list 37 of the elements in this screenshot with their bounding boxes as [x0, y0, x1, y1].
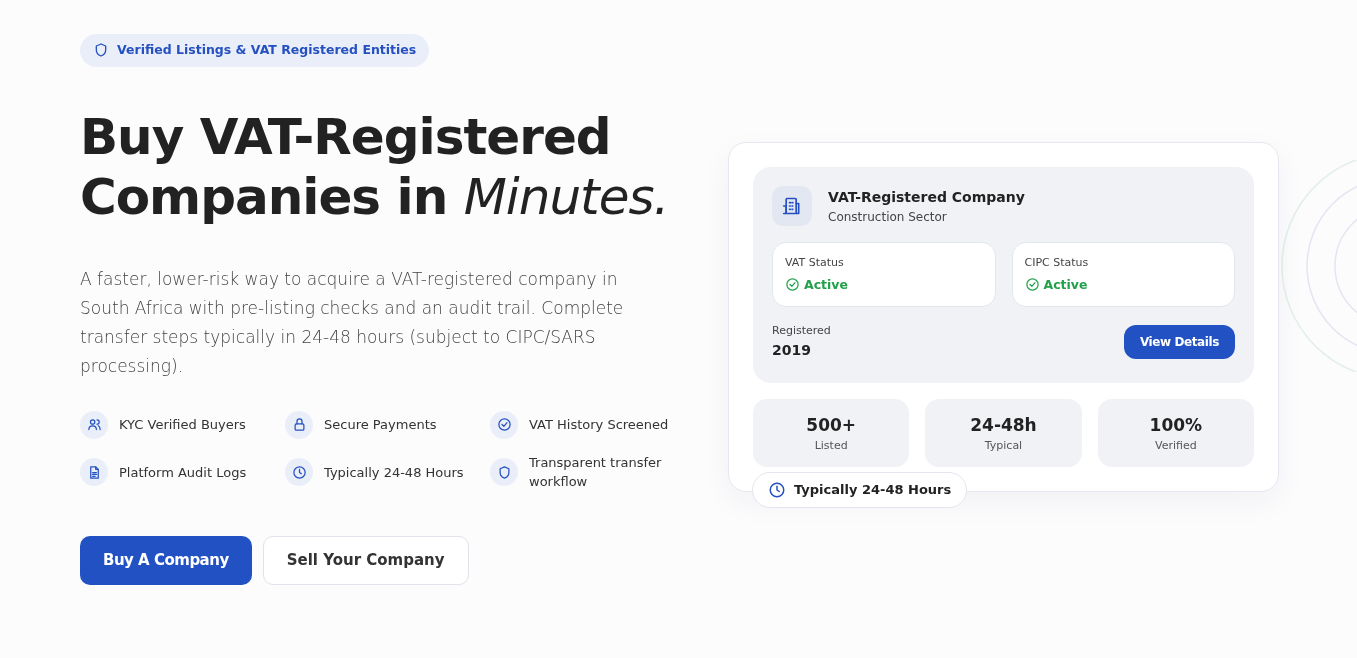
status-value: Active — [1043, 275, 1088, 294]
lock-icon — [291, 417, 307, 433]
company-title: VAT-Registered Company — [828, 187, 1025, 207]
company-sector: Construction Sector — [828, 208, 948, 226]
status-label: VAT Status — [785, 255, 845, 271]
feature-label: Transparent transfer workflow — [529, 453, 663, 492]
status-value: Active — [804, 275, 848, 294]
status-label: CIPC Status — [1024, 255, 1090, 271]
registered-label: Registered — [772, 323, 831, 340]
stat-label: Verified — [1153, 438, 1198, 455]
check-circle-icon — [496, 417, 512, 433]
registered-year: 2019 — [772, 340, 812, 360]
stat-value: 100% — [1148, 413, 1204, 437]
building-icon — [772, 186, 812, 226]
headline: Buy VAT-Registered Companies in Minutes. — [80, 106, 670, 227]
feature-label: Typically 24-48 Hours — [324, 463, 464, 482]
stat-label: Listed — [813, 438, 849, 455]
stat-value: 24-48h — [969, 413, 1038, 437]
view-details-button[interactable]: View Details — [1123, 325, 1235, 359]
feature-label: Secure Payments — [324, 416, 437, 434]
stat-label: Typical — [983, 438, 1024, 455]
feature-label: KYC Verified Buyers — [119, 416, 246, 434]
shield-icon — [496, 464, 512, 480]
check-circle-icon — [1024, 277, 1040, 293]
stat-value: 500+ — [805, 413, 858, 437]
feature-label: Platform Audit Logs — [119, 463, 247, 482]
feature-label: VAT History Screened — [529, 416, 669, 434]
turnaround-badge: Typically 24-48 Hours — [752, 472, 968, 508]
users-icon — [86, 417, 102, 433]
check-circle-icon — [785, 277, 800, 293]
sell-company-button[interactable]: Sell Your Company — [262, 535, 469, 585]
shield-icon — [93, 42, 109, 59]
clock-icon — [291, 464, 307, 480]
buy-company-button[interactable]: Buy A Company — [80, 535, 252, 585]
clock-icon — [768, 481, 786, 499]
hero-description: A faster, lower-risk way to acquire a VAT-registered company in South Africa with pre-listing checks and an audit trail. Complete transfer steps typically in 24-48 hours (subject to CIPC/SARS processing). — [80, 267, 625, 378]
verified-badge: Verified Listings & VAT Registered Entities — [80, 34, 430, 67]
